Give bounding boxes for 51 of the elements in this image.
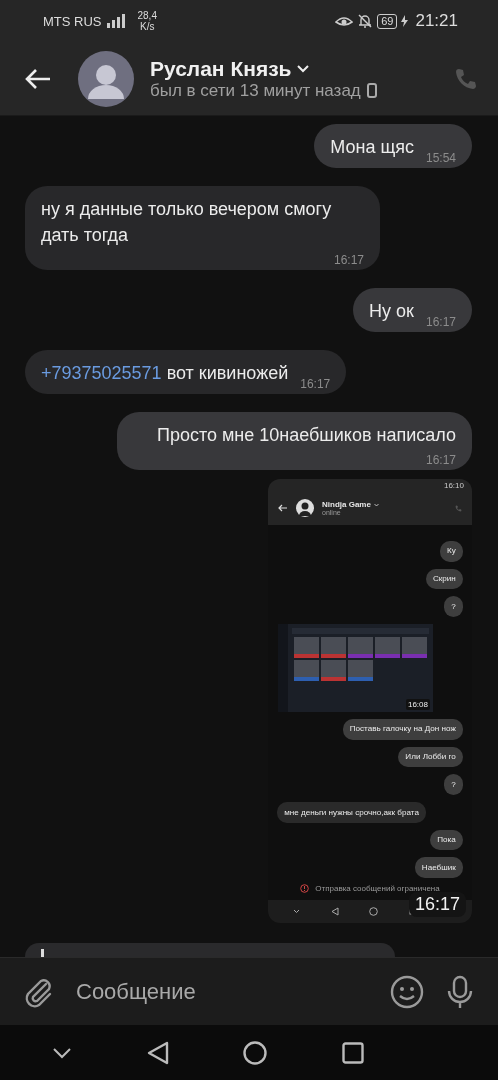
- avatar-icon[interactable]: [78, 50, 134, 107]
- message-bubble: Скрин: [425, 568, 463, 590]
- home-circle-icon[interactable]: [369, 906, 379, 916]
- back-arrow-icon[interactable]: [278, 504, 288, 513]
- message-bubble: Мона щяс 15:54: [314, 124, 472, 168]
- phone-link[interactable]: +79375025571: [41, 363, 162, 383]
- message-bubble: Или Лобби го: [398, 746, 463, 768]
- restriction-notice: Отправка сообщений ограничена: [315, 884, 440, 894]
- battery-level: 69: [377, 13, 398, 29]
- message-bubble: Ну ок 16:17: [353, 288, 472, 332]
- clock: 16:10: [443, 480, 464, 490]
- message-time: 16:17: [425, 315, 456, 329]
- chevron-down-icon[interactable]: [52, 1046, 72, 1059]
- carrier-name: MTS RUS: [43, 13, 102, 29]
- speed-unit: K/s: [140, 21, 155, 32]
- message-bubble: ?: [444, 774, 463, 796]
- charging-icon: [401, 15, 409, 27]
- back-arrow-icon[interactable]: [24, 67, 52, 90]
- message-bubble: +79375025571 вот кивиножей 16:17: [25, 350, 347, 394]
- last-seen-status: был в сети 13 минут назад: [150, 80, 361, 101]
- message-time: 16:17: [425, 453, 456, 467]
- message-time: 15:54: [425, 151, 456, 165]
- message-bubble: ?: [444, 596, 463, 617]
- emoji-icon[interactable]: [390, 974, 424, 1009]
- message-bubble: ну я данные только вечером смогу дать тогда 16:17: [25, 186, 380, 270]
- message-bubble: Поставь галочку на Дон нож: [342, 718, 463, 740]
- message-bubble: Ку: [439, 540, 463, 562]
- microphone-icon[interactable]: [446, 974, 474, 1009]
- message-bubble: Пока: [430, 829, 463, 851]
- image-time: 16:08: [405, 698, 430, 710]
- home-circle-icon[interactable]: [243, 1040, 268, 1065]
- message-bubble: Просто мне 10наебшиков написало 16:17: [117, 412, 472, 470]
- network-speed: 28,4: [137, 10, 157, 21]
- back-triangle-icon[interactable]: [146, 1040, 169, 1065]
- message-bubble: мне деньги нужны срочно,акк брата: [277, 802, 427, 823]
- clock: 21:21: [415, 11, 458, 31]
- contact-name[interactable]: Nindja Game: [322, 500, 371, 510]
- message-time: 16:17: [408, 892, 466, 917]
- message-time: 16:17: [333, 253, 364, 267]
- phone-device-icon: [366, 83, 377, 98]
- contact-name[interactable]: Руслан Князь: [150, 56, 292, 81]
- message-time: 16:17: [300, 377, 331, 391]
- back-triangle-icon[interactable]: [330, 906, 339, 916]
- recents-square-icon[interactable]: [341, 1041, 364, 1064]
- avatar-icon[interactable]: [296, 499, 314, 518]
- eye-icon: [335, 14, 354, 28]
- warning-icon: [300, 884, 310, 894]
- message-bubble: Наебшик: [414, 857, 463, 879]
- signal-icon: [105, 14, 128, 28]
- chevron-down-icon[interactable]: [293, 908, 301, 914]
- bell-off-icon: [357, 13, 374, 29]
